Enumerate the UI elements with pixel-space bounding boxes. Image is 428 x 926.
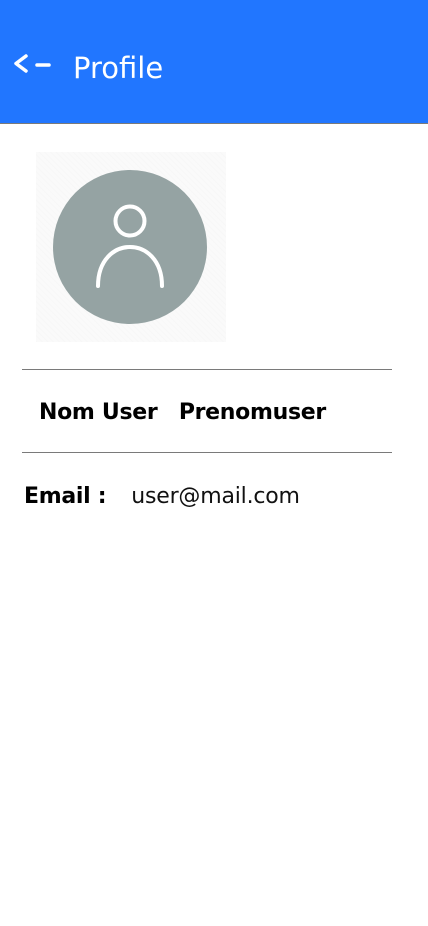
user-last-name: Nom User xyxy=(39,400,158,425)
divider-bottom xyxy=(22,452,392,453)
user-avatar-icon xyxy=(36,152,226,342)
email-row: Email : user@mail.com xyxy=(24,482,300,512)
back-button[interactable] xyxy=(12,48,56,82)
back-arrow-icon xyxy=(12,48,56,82)
app-header: Profile xyxy=(0,0,428,124)
divider-top xyxy=(22,369,392,370)
user-first-name: Prenomuser xyxy=(178,400,326,425)
email-label: Email : xyxy=(24,484,107,509)
email-value: user@mail.com xyxy=(131,484,300,509)
avatar xyxy=(36,152,226,342)
user-full-name: Nom User Prenomuser xyxy=(39,398,326,428)
page-title: Profile xyxy=(73,51,164,85)
